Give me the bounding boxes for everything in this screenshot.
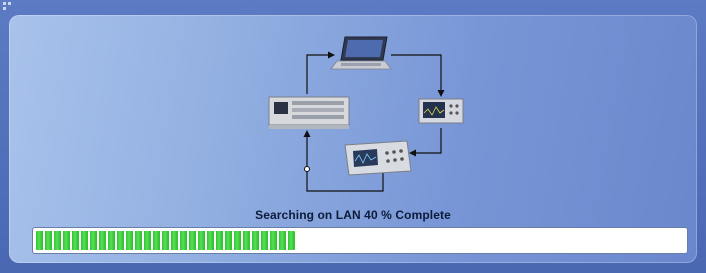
search-progress-bar xyxy=(32,227,688,254)
resize-grip-icon[interactable] xyxy=(3,2,13,12)
window-frame: Searching on LAN 40 % Complete xyxy=(0,0,706,273)
search-status-text: Searching on LAN 40 % Complete xyxy=(255,208,451,222)
laptop-icon xyxy=(330,36,392,70)
oscilloscope-icon xyxy=(268,96,350,129)
progress-fill xyxy=(36,231,296,250)
connector-node xyxy=(304,166,310,172)
oscilloscope-icon xyxy=(344,140,412,176)
search-dialog-panel: Searching on LAN 40 % Complete xyxy=(9,15,697,263)
lan-search-diagram xyxy=(268,36,464,192)
oscilloscope-icon xyxy=(418,98,464,124)
